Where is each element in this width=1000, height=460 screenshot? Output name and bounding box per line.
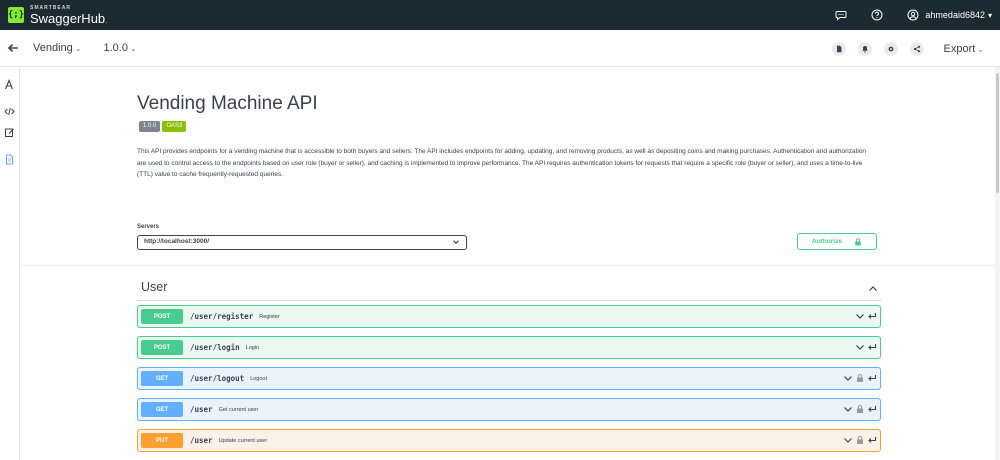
chevron-down-icon[interactable] <box>855 311 865 321</box>
operation-row[interactable]: GET /user/logout Logout <box>137 367 881 390</box>
logo-glyph: {;} <box>7 9 25 20</box>
export-dropdown[interactable]: Export ⌄ <box>944 43 985 55</box>
swaggerhub-logo-icon[interactable]: {;} <box>8 7 24 23</box>
chevron-down-icon: ⌄ <box>977 44 984 54</box>
authorize-label: Authorize <box>812 238 842 245</box>
scrollbar-thumb[interactable] <box>996 73 999 193</box>
chevron-down-icon[interactable]: ▾ <box>988 11 992 20</box>
back-arrow-icon[interactable] <box>6 41 20 55</box>
version-dropdown[interactable]: 1.0.0 ⌄ <box>103 42 136 54</box>
method-badge: POST <box>141 309 183 324</box>
chevron-up-icon[interactable] <box>868 284 878 294</box>
gear-icon[interactable] <box>883 41 898 56</box>
help-icon[interactable] <box>871 9 883 21</box>
top-right-actions: ahmedaid6842 ▾ <box>811 0 992 30</box>
username-menu[interactable]: ahmedaid6842 <box>925 10 985 20</box>
servers-selected-value: http://localhost:3000/ <box>144 238 210 245</box>
operation-summary: Logout <box>250 375 268 382</box>
bell-icon[interactable] <box>857 41 872 56</box>
operation-path: /user <box>190 405 213 414</box>
method-badge: GET <box>141 402 183 417</box>
top-nav-bar: {;} SMARTBEAR SwaggerHub. ahmedaid6842 ▾ <box>0 0 1000 30</box>
servers-label: Servers <box>137 224 160 230</box>
authorize-button[interactable]: Authorize <box>797 233 877 250</box>
chevron-down-icon[interactable] <box>855 342 865 352</box>
brand[interactable]: SMARTBEAR SwaggerHub. <box>30 5 108 26</box>
oas-badge: OAS3 <box>162 121 187 132</box>
code-icon[interactable] <box>4 104 15 116</box>
brand-product: SwaggerHub. <box>30 10 108 26</box>
divider <box>21 265 995 266</box>
user-icon[interactable] <box>907 9 919 21</box>
return-arrow-icon[interactable] <box>867 342 877 352</box>
version-badge: 1.0.0 <box>139 121 161 132</box>
document-icon[interactable] <box>4 152 15 165</box>
operation-summary: Get current user <box>218 406 259 413</box>
return-arrow-icon[interactable] <box>867 311 877 321</box>
api-description: This API provides endpoints for a vendin… <box>137 148 867 178</box>
operation-row[interactable]: GET /user Get current user <box>137 398 881 421</box>
operation-summary: Update current user <box>218 437 268 444</box>
servers-select[interactable]: http://localhost:3000/ <box>137 235 467 250</box>
operation-row[interactable]: POST /user/login Login <box>137 336 881 359</box>
return-arrow-icon[interactable] <box>867 435 877 445</box>
chevron-down-icon[interactable] <box>843 435 853 445</box>
api-name-dropdown[interactable]: Vending ⌄ <box>33 42 81 54</box>
operation-path: /user/register <box>190 312 254 321</box>
api-title: Vending Machine API <box>137 93 318 114</box>
operation-summary: Login <box>245 344 260 351</box>
tag-title: User <box>141 280 168 294</box>
operation-row[interactable]: POST /user/register Register <box>137 305 881 328</box>
version-badges: 1.0.0 OAS3 <box>139 121 187 132</box>
operation-path: /user/logout <box>190 374 245 383</box>
chevron-down-icon: ⌄ <box>129 44 137 53</box>
operation-summary: Register <box>259 313 280 320</box>
return-arrow-icon[interactable] <box>867 373 877 383</box>
tag-section-header[interactable]: User <box>137 279 881 301</box>
chevron-down-icon: ⌄ <box>74 44 82 53</box>
operation-path: /user/login <box>190 343 240 352</box>
chevron-down-icon[interactable] <box>843 373 853 383</box>
chevron-down-icon <box>453 240 459 245</box>
chat-icon[interactable] <box>835 9 847 21</box>
operation-row[interactable]: PUT /user Update current user <box>137 429 881 452</box>
method-badge: POST <box>141 340 183 355</box>
return-arrow-icon[interactable] <box>867 404 877 414</box>
vertical-scrollbar[interactable] <box>995 67 1000 460</box>
chevron-down-icon[interactable] <box>843 404 853 414</box>
lock-icon[interactable] <box>855 404 865 414</box>
lock-icon[interactable] <box>855 435 865 445</box>
api-toolbar: Vending ⌄ 1.0.0 ⌄ Export ⌄ <box>0 30 1000 67</box>
font-icon[interactable] <box>4 77 15 90</box>
edit-icon[interactable] <box>4 125 15 137</box>
share-icon[interactable] <box>909 41 924 56</box>
left-tool-rail <box>0 67 20 460</box>
api-documentation-panel: Vending Machine API 1.0.0 OAS3 This API … <box>21 68 995 460</box>
lock-icon[interactable] <box>855 373 865 383</box>
toolbar-actions: Export ⌄ <box>820 30 1000 67</box>
document-icon[interactable] <box>831 41 846 56</box>
method-badge: GET <box>141 371 183 386</box>
lock-icon <box>855 237 861 245</box>
operation-path: /user <box>190 436 213 445</box>
method-badge: PUT <box>141 433 183 448</box>
